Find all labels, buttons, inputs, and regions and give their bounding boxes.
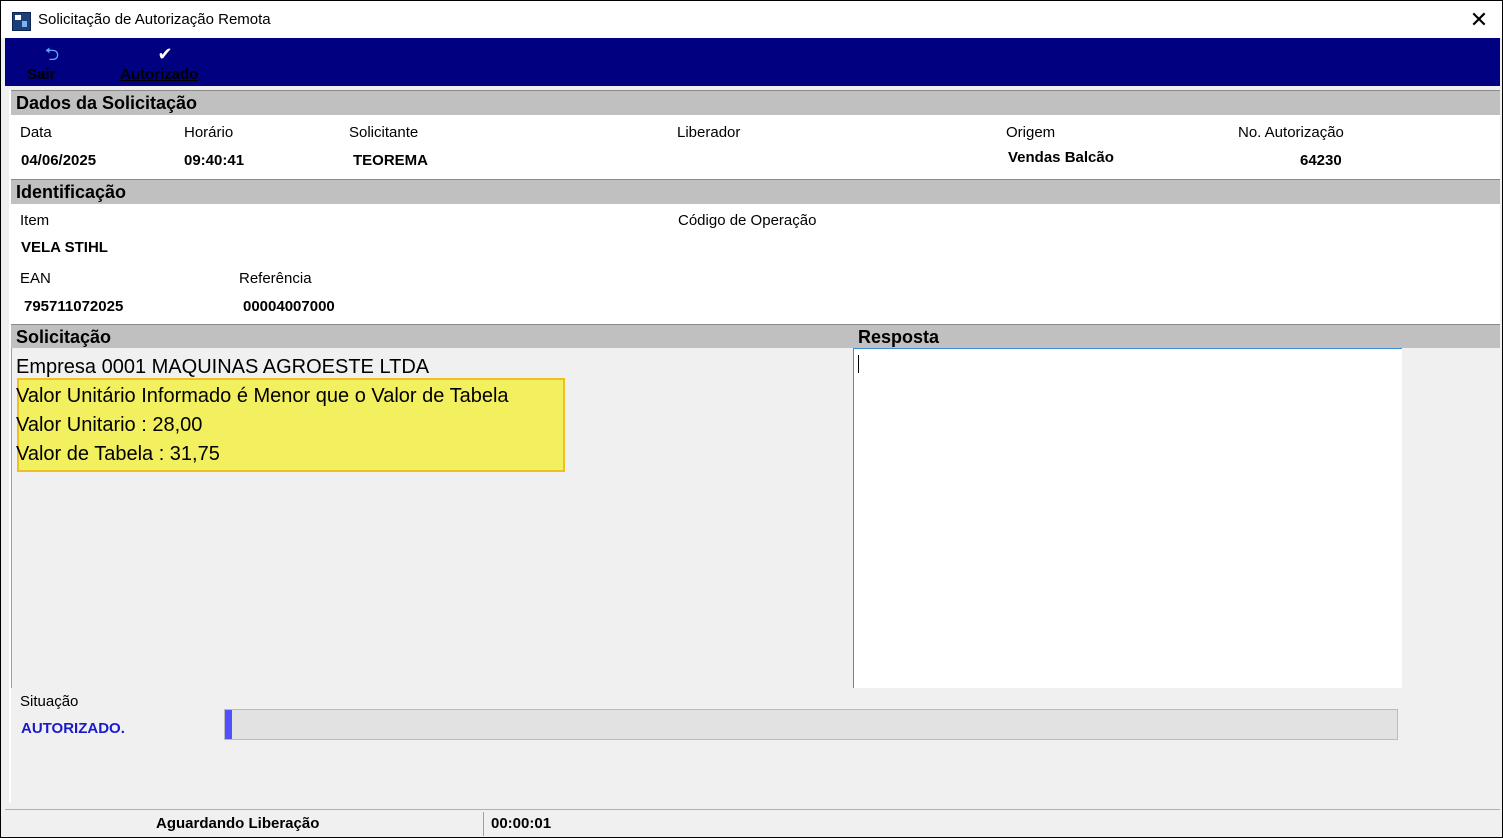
origin-value: Vendas Balcão <box>1008 149 1114 166</box>
request-text-area: Empresa 0001 MAQUINAS AGROESTE LTDA Valo… <box>11 348 855 689</box>
ean-label: EAN <box>20 270 51 287</box>
request-response-header-bar: Solicitação Resposta <box>11 324 1500 349</box>
request-header: Solicitação <box>16 327 112 347</box>
progress-fill <box>225 710 232 739</box>
response-header: Resposta <box>858 327 940 347</box>
window-title: Solicitação de Autorização Remota <box>38 11 271 28</box>
operation-code-label: Código de Operação <box>678 212 817 229</box>
checkmark-icon: ✔ <box>157 44 173 64</box>
item-value: VELA STIHL <box>21 239 108 256</box>
exit-button-label: Sair <box>27 66 56 83</box>
return-arrow-icon: ⮌ <box>44 44 60 64</box>
reference-label: Referência <box>239 270 312 287</box>
request-line: Valor de Tabela : 31,75 <box>16 443 220 465</box>
auth-number-value: 64230 <box>1300 152 1342 169</box>
status-message: Aguardando Liberação <box>156 815 320 832</box>
response-textarea[interactable] <box>853 348 1403 690</box>
reference-value: 00004007000 <box>243 298 335 315</box>
text-caret <box>858 355 859 373</box>
authorized-button-label: Autorizado <box>120 66 199 83</box>
status-bar: Aguardando Liberação 00:00:01 <box>5 809 1500 837</box>
time-value: 09:40:41 <box>184 152 245 169</box>
auth-number-label: No. Autorização <box>1238 124 1344 141</box>
progress-bar <box>224 709 1398 740</box>
ean-value: 795711072025 <box>24 298 124 315</box>
requester-label: Solicitante <box>349 124 419 141</box>
identification-header: Identificação <box>11 179 1500 204</box>
request-line: Valor Unitario : 28,00 <box>16 414 203 436</box>
toolbar: ⮌ Sair ✔ Autorizado <box>5 38 1500 86</box>
authorization-window: Solicitação de Autorização Remota ✕ ⮌ Sa… <box>0 0 1503 838</box>
app-icon <box>12 12 31 31</box>
releaser-label: Liberador <box>677 124 741 141</box>
main-panel: Dados da Solicitação Data 04/06/2025 Hor… <box>9 90 1500 803</box>
response-side-filler <box>1402 348 1500 688</box>
request-line: Valor Unitário Informado é Menor que o V… <box>16 385 509 407</box>
origin-label: Origem <box>1006 124 1056 141</box>
exit-button[interactable]: ⮌ Sair <box>27 38 77 86</box>
authorized-button[interactable]: ✔ Autorizado <box>120 38 210 86</box>
request-line: Empresa 0001 MAQUINAS AGROESTE LTDA <box>16 356 430 378</box>
status-divider <box>483 812 484 836</box>
close-button[interactable]: ✕ <box>1456 1 1502 38</box>
date-label: Data <box>20 124 52 141</box>
status-timer: 00:00:01 <box>491 815 552 832</box>
status-area: Situação AUTORIZADO. <box>11 688 1500 803</box>
time-label: Horário <box>184 124 234 141</box>
item-label: Item <box>20 212 50 229</box>
date-value: 04/06/2025 <box>21 152 97 169</box>
requester-value: TEOREMA <box>353 152 428 169</box>
status-value: AUTORIZADO. <box>21 720 125 737</box>
title-bar: Solicitação de Autorização Remota ✕ <box>1 1 1502 38</box>
status-label: Situação <box>20 693 79 710</box>
request-data-header: Dados da Solicitação <box>11 90 1500 115</box>
